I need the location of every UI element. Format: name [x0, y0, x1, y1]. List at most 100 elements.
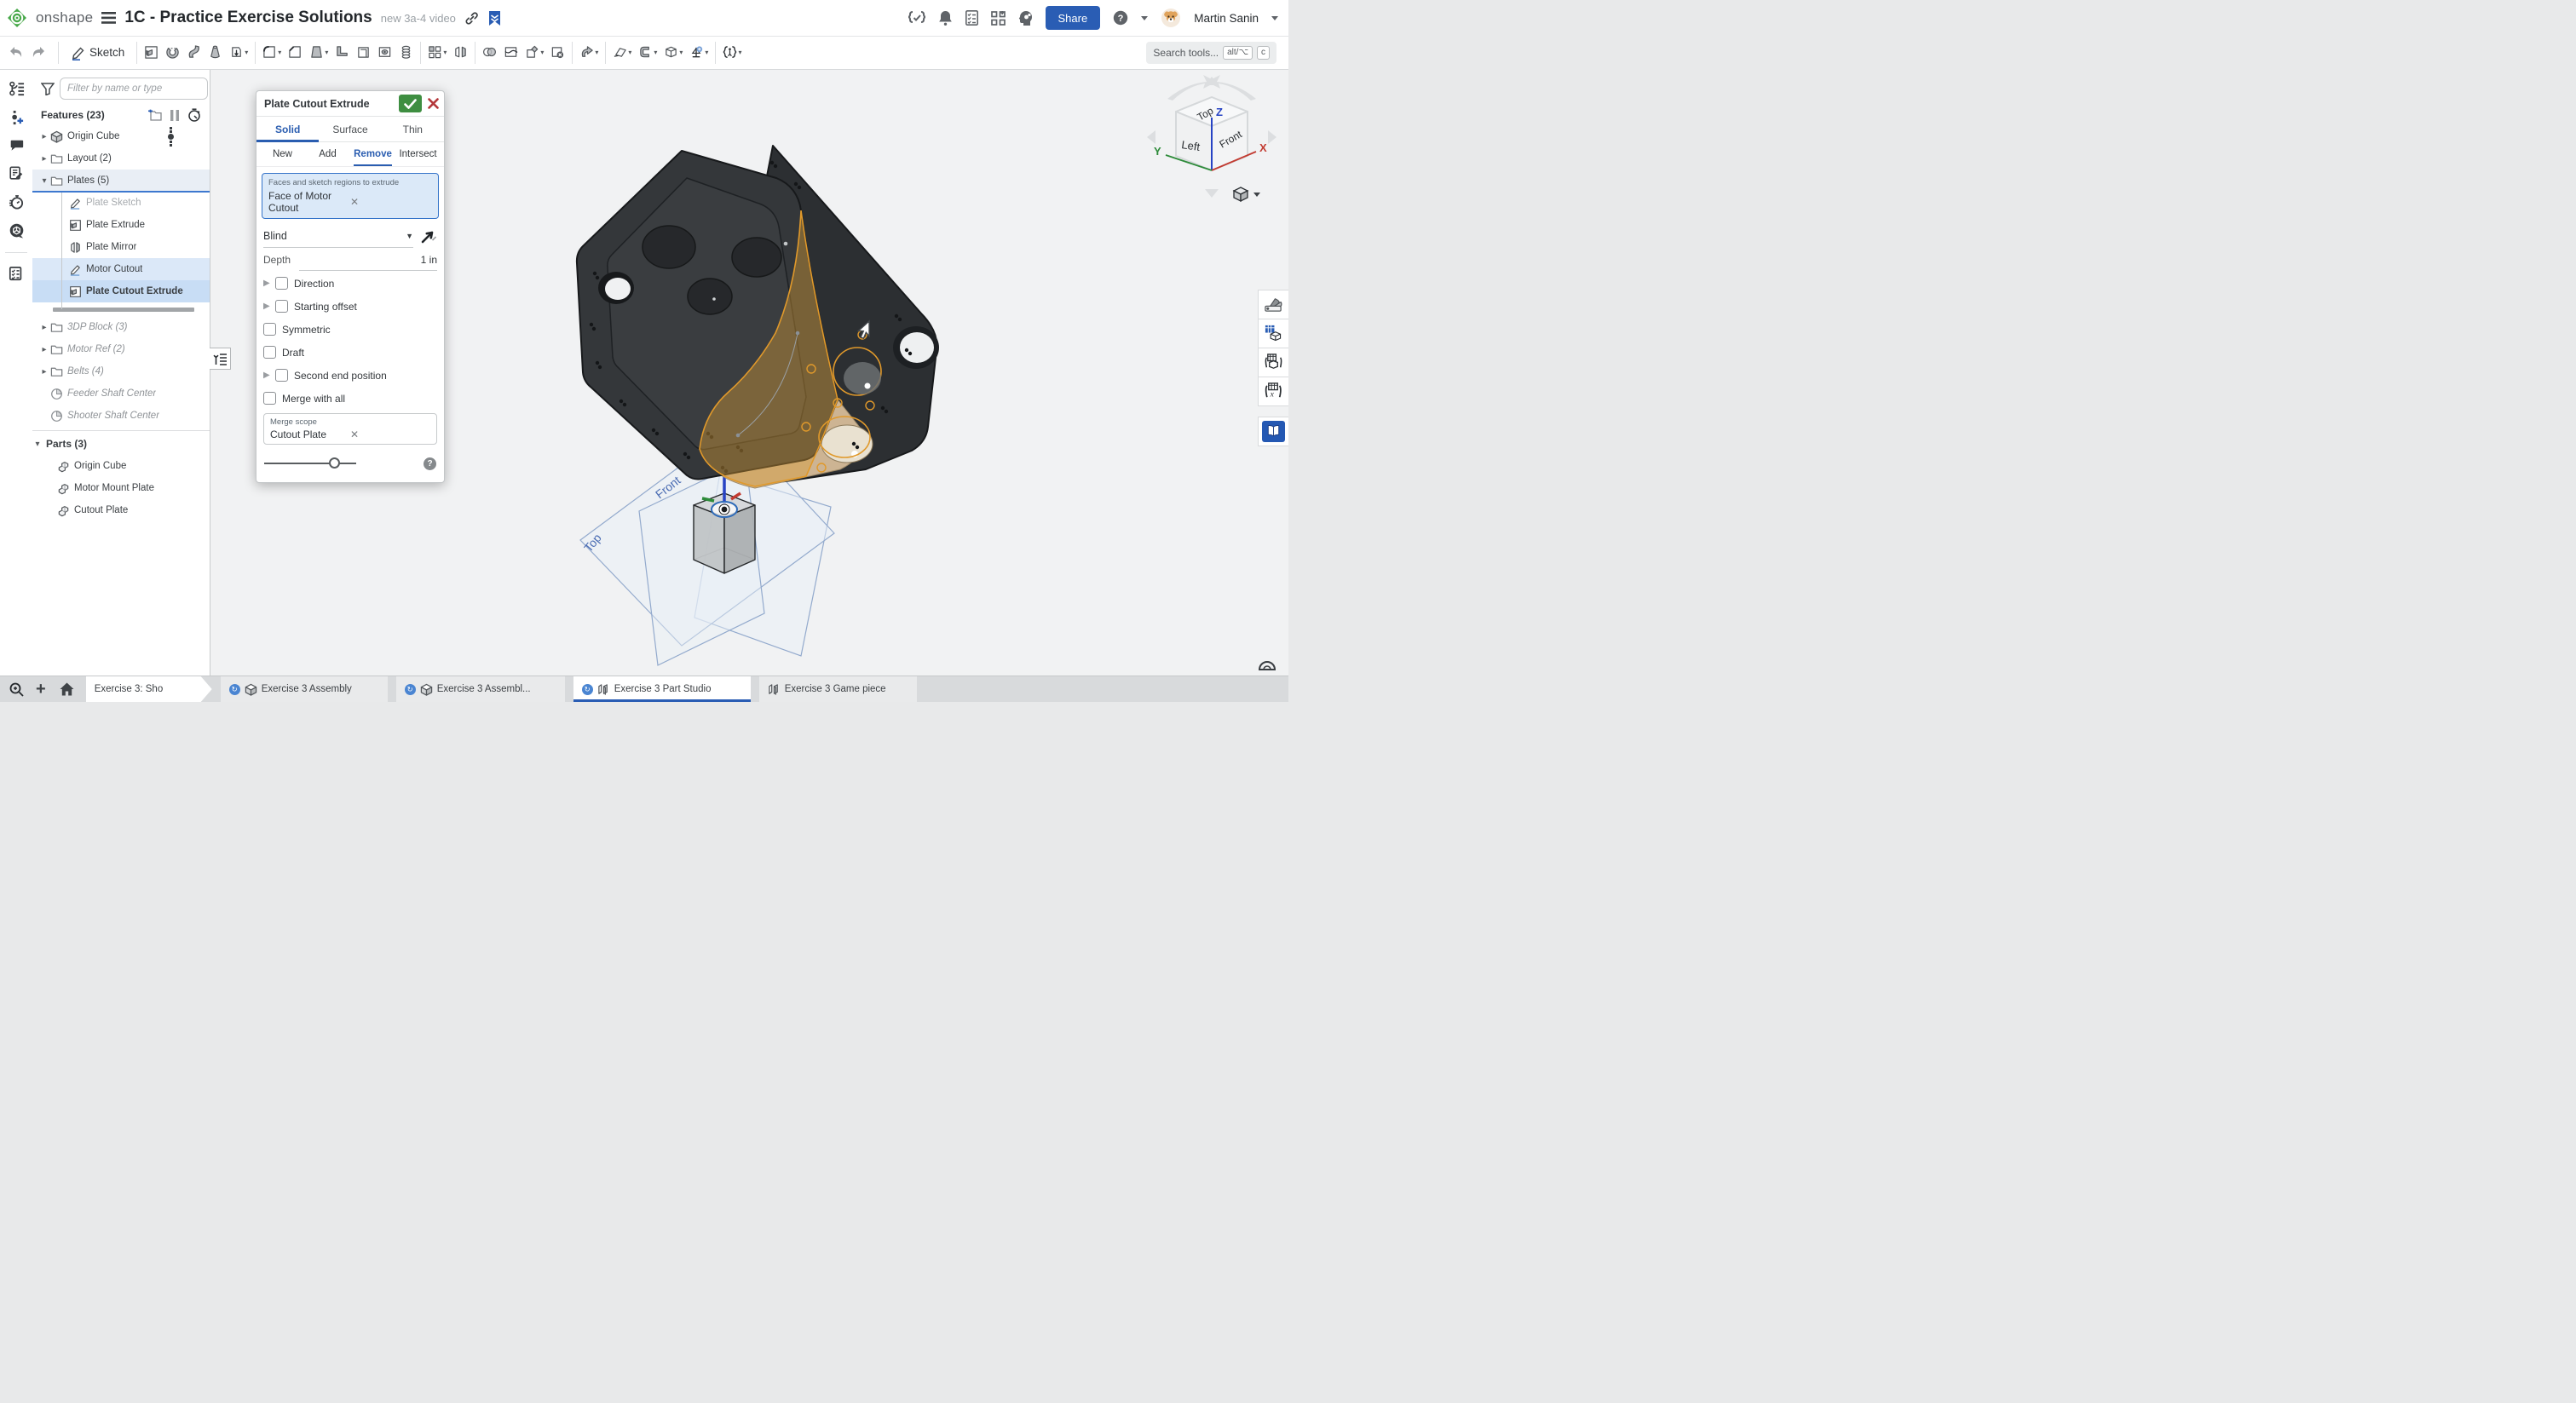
- document-tab-exercise-3-part-studio[interactable]: ↻Exercise 3 Part Studio: [573, 676, 751, 702]
- feature-drag-dots[interactable]: [168, 127, 174, 147]
- chevron-right-icon[interactable]: ▸: [39, 323, 49, 332]
- chevron-right-icon[interactable]: ▸: [39, 345, 49, 354]
- feature-row-shooter-shaft-center[interactable]: Shooter Shaft Center: [32, 405, 210, 427]
- copy-link-icon[interactable]: [464, 11, 479, 26]
- feature-row-motor-ref-2-[interactable]: ▸Motor Ref (2): [32, 338, 210, 360]
- merge-scope-box[interactable]: Merge scope Cutout Plate ✕: [263, 413, 437, 445]
- bool-mode-add[interactable]: Add: [305, 142, 350, 166]
- sweep-tool-button[interactable]: [183, 43, 205, 61]
- delete-part-tool-button[interactable]: [547, 43, 568, 61]
- enclose-tool-button[interactable]: ▾: [660, 43, 686, 61]
- checkbox-symmetric[interactable]: [263, 323, 276, 336]
- feature-row-plates-5-[interactable]: ▾Plates (5): [32, 170, 210, 192]
- insert-tab-button[interactable]: +: [36, 681, 46, 698]
- measure-tool-button[interactable]: ▾: [686, 43, 712, 61]
- rollback-bar-handle[interactable]: [53, 308, 194, 312]
- configurations-table-button[interactable]: [1258, 348, 1288, 377]
- part-row-cutout-plate[interactable]: Cutout Plate: [32, 499, 210, 521]
- part-properties-table-button[interactable]: [1258, 319, 1288, 348]
- chevron-right-icon[interactable]: ▶: [263, 371, 275, 380]
- feature-row-feeder-shaft-center[interactable]: Feeder Shaft Center: [32, 382, 210, 405]
- chevron-right-icon[interactable]: ▸: [39, 154, 49, 164]
- feature-row-origin-cube[interactable]: ▸Origin Cube: [32, 125, 210, 147]
- mirror-tool-button[interactable]: [450, 43, 471, 61]
- tasks-clipboard-icon[interactable]: [965, 10, 978, 26]
- cancel-button[interactable]: [428, 98, 439, 109]
- checkbox-direction[interactable]: [275, 277, 288, 290]
- dialog-tab-surface[interactable]: Surface: [319, 117, 381, 141]
- rib-tool-button[interactable]: [331, 43, 353, 61]
- rollback-bar[interactable]: [32, 302, 210, 316]
- user-name[interactable]: Martin Sanin: [1194, 12, 1259, 25]
- accept-button[interactable]: [399, 95, 422, 112]
- ai-advisor-icon[interactable]: [1018, 10, 1033, 26]
- notifications-bell-icon[interactable]: [938, 10, 953, 26]
- part-row-origin-cube[interactable]: Origin Cube: [32, 455, 210, 477]
- dialog-help-button[interactable]: ?: [424, 457, 436, 470]
- chevron-right-icon[interactable]: ▸: [39, 132, 49, 141]
- chevron-right-icon[interactable]: ▶: [263, 279, 275, 288]
- rollback-slider[interactable]: [264, 457, 356, 469]
- coil-tool-button[interactable]: [395, 43, 417, 61]
- apps-grid-icon[interactable]: [991, 11, 1006, 26]
- linear-pattern-tool-button[interactable]: ▾: [424, 43, 450, 61]
- chevron-down-icon[interactable]: ▾: [39, 176, 49, 186]
- clear-selection-icon[interactable]: ✕: [349, 196, 432, 208]
- search-tools-button[interactable]: Search tools... alt/⌥ c: [1146, 42, 1276, 64]
- bool-mode-new[interactable]: New: [260, 142, 305, 166]
- slider-handle[interactable]: [329, 457, 340, 469]
- share-button[interactable]: Share: [1046, 6, 1101, 30]
- parts-section-header[interactable]: ▾ Parts (3): [32, 433, 210, 455]
- linked-info-icon[interactable]: ↻: [582, 684, 593, 695]
- flip-direction-button[interactable]: [420, 227, 437, 244]
- versions-icon[interactable]: [9, 81, 25, 97]
- checkbox-draft[interactable]: [263, 346, 276, 359]
- thicken-tool-button[interactable]: ▾: [226, 43, 251, 61]
- dialog-tab-thin[interactable]: Thin: [382, 117, 444, 141]
- plane-tool-button[interactable]: ▾: [609, 43, 635, 61]
- feature-row-plate-cutout-extrude[interactable]: Plate Cutout Extrude: [32, 280, 210, 302]
- fillet-tool-button[interactable]: ▾: [259, 43, 285, 61]
- comments-icon[interactable]: [9, 139, 25, 153]
- learning-center-button[interactable]: [1258, 417, 1288, 446]
- sheet-metal-tool-button[interactable]: ▾: [635, 43, 660, 61]
- filter-funnel-icon[interactable]: [41, 83, 55, 95]
- draft-tool-button[interactable]: ▾: [306, 43, 331, 61]
- document-tab-exercise-3-assembl-[interactable]: ↻Exercise 3 Assembl...: [396, 676, 565, 702]
- feature-row-3dp-block-3-[interactable]: ▸3DP Block (3): [32, 316, 210, 338]
- feature-row-plate-extrude[interactable]: Plate Extrude: [32, 214, 210, 236]
- collapse-tree-button[interactable]: [210, 348, 231, 370]
- linked-info-icon[interactable]: ↻: [229, 684, 240, 695]
- ai-assistant-icon[interactable]: [9, 223, 25, 239]
- view-options-button[interactable]: [1232, 186, 1260, 203]
- dialog-tab-solid[interactable]: Solid: [256, 117, 319, 141]
- find-tabs-icon[interactable]: [9, 681, 24, 697]
- appearance-swatches-button[interactable]: [1258, 290, 1288, 319]
- checklist-icon[interactable]: [9, 266, 24, 282]
- featurescript-tool-button[interactable]: ▾: [719, 43, 745, 61]
- checkbox-merge-with-all[interactable]: [263, 392, 276, 405]
- end-type-dropdown[interactable]: Blind ▼: [263, 225, 413, 248]
- loft-tool-button[interactable]: [205, 43, 226, 61]
- extrude-tool-button[interactable]: [141, 43, 162, 61]
- suppress-pause-icon[interactable]: [170, 110, 179, 121]
- help-dropdown-caret-icon[interactable]: [1141, 16, 1148, 20]
- document-tab-exercise-3-sho[interactable]: Exercise 3: Sho: [86, 676, 212, 702]
- undo-button[interactable]: [9, 46, 24, 59]
- rollback-history-icon[interactable]: [187, 108, 201, 122]
- hole-tool-button[interactable]: [374, 43, 395, 61]
- add-folder-icon[interactable]: [147, 109, 162, 121]
- bool-mode-intersect[interactable]: Intersect: [395, 142, 441, 166]
- home-tab-icon[interactable]: [60, 682, 74, 696]
- stopwatch-icon[interactable]: [9, 194, 25, 210]
- clear-merge-scope-icon[interactable]: ✕: [349, 428, 430, 440]
- checkbox-starting-offset[interactable]: [275, 300, 288, 313]
- user-dropdown-caret-icon[interactable]: [1271, 16, 1278, 20]
- education-flag-icon[interactable]: [487, 10, 502, 26]
- hamburger-menu-icon[interactable]: [101, 12, 116, 24]
- filter-input[interactable]: [60, 78, 208, 100]
- faces-selection-box[interactable]: Faces and sketch regions to extrude Face…: [262, 173, 439, 219]
- notes-icon[interactable]: [9, 166, 24, 181]
- featurescript-check-icon[interactable]: [908, 11, 925, 25]
- boolean-tool-button[interactable]: [479, 43, 500, 61]
